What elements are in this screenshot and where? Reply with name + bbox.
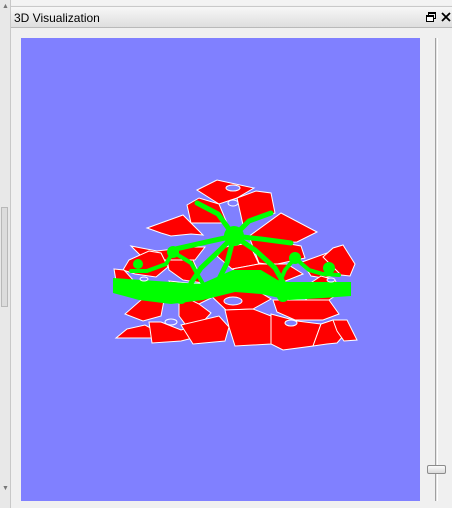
3d-mesh-scene[interactable] — [21, 38, 420, 501]
mesh-gap — [326, 277, 336, 283]
network-hub — [133, 259, 143, 269]
close-icon[interactable] — [439, 10, 452, 24]
3d-viewport[interactable] — [21, 38, 420, 501]
left-panel-splitter-handle[interactable] — [1, 207, 8, 307]
mesh-region — [224, 308, 272, 347]
network-hub — [277, 290, 289, 302]
network-hub — [289, 252, 301, 264]
mesh-gap — [225, 184, 241, 192]
restore-window-icon[interactable] — [424, 10, 438, 24]
panel-title-bar[interactable]: 3D Visualization — [11, 6, 452, 28]
scroll-up-arrow-icon[interactable]: ▲ — [2, 3, 9, 10]
mesh-gap — [227, 199, 239, 207]
network-hub — [224, 226, 244, 246]
zoom-slider[interactable] — [427, 38, 447, 501]
top-toolbar-edge — [11, 0, 452, 5]
visualization-panel-body — [11, 28, 452, 508]
mesh-gap — [223, 296, 243, 306]
scroll-down-arrow-icon[interactable]: ▼ — [2, 485, 9, 492]
mesh-gap — [284, 319, 298, 327]
mesh-gap — [139, 276, 149, 282]
left-side-panel-edge: ▲ ▼ — [0, 0, 11, 508]
panel-title: 3D Visualization — [14, 11, 100, 25]
network-hub — [167, 246, 179, 258]
mesh-gap — [164, 318, 178, 326]
zoom-slider-track[interactable] — [435, 38, 438, 501]
network-hub — [175, 292, 187, 304]
zoom-slider-thumb[interactable] — [427, 464, 446, 474]
network-hub — [323, 262, 335, 274]
